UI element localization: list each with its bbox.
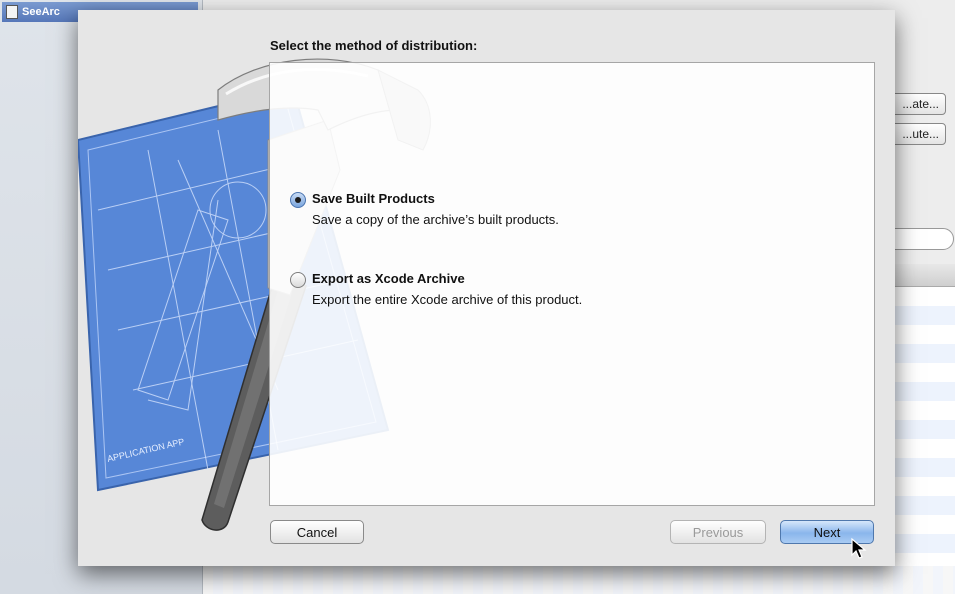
option-description: Export the entire Xcode archive of this …	[312, 292, 583, 307]
radio-button[interactable]	[290, 272, 306, 288]
option-title: Export as Xcode Archive	[312, 271, 465, 286]
document-icon	[6, 5, 18, 19]
option-title: Save Built Products	[312, 191, 435, 206]
distribution-sheet: APPLICATION APP Select the method of dis…	[78, 10, 895, 566]
previous-button[interactable]: Previous	[670, 520, 766, 544]
radio-button-selected[interactable]	[290, 192, 306, 208]
sidebar-item-label: SeeArc	[22, 6, 60, 18]
dialog-heading: Select the method of distribution:	[270, 38, 478, 53]
cancel-button[interactable]: Cancel	[270, 520, 364, 544]
background-table-bottom	[203, 566, 955, 594]
mouse-pointer-icon	[851, 537, 867, 559]
option-description: Save a copy of the archive’s built produ…	[312, 212, 559, 227]
distribution-options-panel: Save Built Products Save a copy of the a…	[269, 62, 875, 506]
